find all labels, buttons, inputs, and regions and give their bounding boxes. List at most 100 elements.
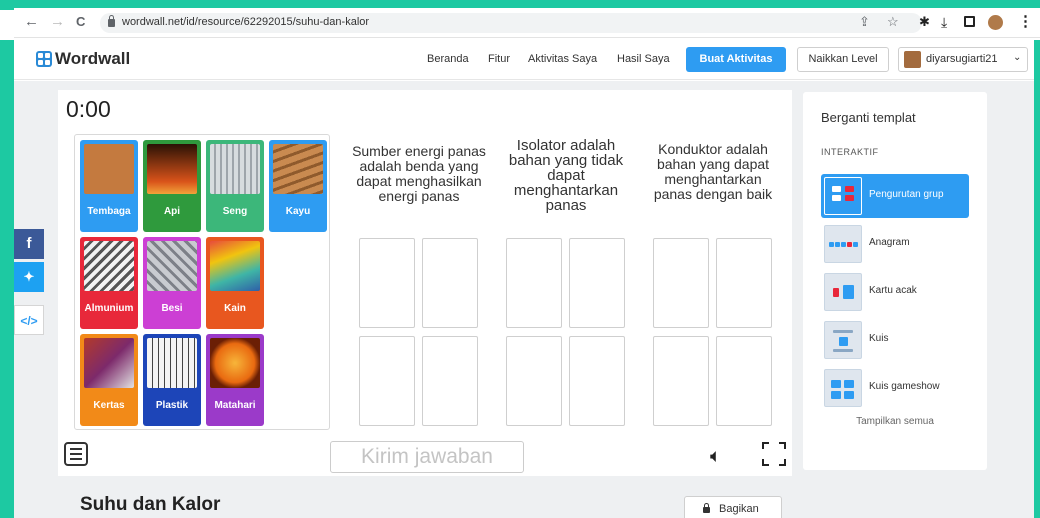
share-label: Bagikan (719, 503, 759, 515)
tile-seng[interactable]: Seng (206, 140, 264, 232)
aluminium-image (84, 241, 134, 291)
drop-slot[interactable] (569, 238, 625, 328)
template-label: Kartu acak (869, 285, 917, 296)
tile-api[interactable]: Api (143, 140, 201, 232)
create-activity-button[interactable]: Buat Aktivitas (686, 47, 786, 72)
activity-title: Suhu dan Kalor (80, 494, 221, 515)
teal-frame-right (1034, 40, 1040, 518)
timer: 0:00 (66, 96, 111, 122)
tile-label: Plastik (155, 400, 189, 411)
sun-image (210, 338, 260, 388)
group-heading-isolator: Isolator adalah bahan yang tidak dapat m… (508, 137, 624, 214)
nav-link-beranda[interactable]: Beranda (427, 53, 469, 65)
tile-tembaga[interactable]: Tembaga (80, 140, 138, 232)
twitter-icon[interactable]: ✦ (14, 262, 44, 292)
tile-label: Besi (161, 303, 183, 314)
download-icon[interactable]: ⤓ (941, 13, 947, 31)
plastic-image (147, 338, 197, 388)
tile-plastik[interactable]: Plastik (143, 334, 201, 426)
drop-slot[interactable] (422, 336, 478, 426)
template-anagram[interactable]: Anagram (821, 222, 969, 266)
app-navbar: Wordwall Beranda Fitur Aktivitas Saya Ha… (14, 40, 1034, 80)
browser-menu-icon[interactable]: ⋮ (1018, 13, 1033, 31)
fire-image (147, 144, 197, 194)
template-label: Pengurutan grup (869, 189, 944, 200)
lock-icon (703, 503, 710, 513)
template-quiz[interactable]: Kuis (821, 318, 969, 362)
nav-link-fitur[interactable]: Fitur (488, 53, 510, 65)
template-label: Anagram (869, 237, 910, 248)
anagram-icon (824, 225, 862, 263)
random-cards-icon (824, 273, 862, 311)
share-page-icon[interactable]: ⇪ (859, 13, 870, 31)
tile-almunium[interactable]: Almunium (80, 237, 138, 329)
tile-label: Tembaga (87, 206, 131, 217)
user-menu[interactable]: diyarsugiarti21 ⌄ (898, 47, 1028, 72)
tile-besi[interactable]: Besi (143, 237, 201, 329)
lock-icon (108, 15, 115, 27)
chevron-down-icon: ⌄ (1013, 52, 1022, 63)
group-sort-icon (824, 177, 862, 215)
teal-frame-left (0, 40, 14, 518)
sidepanel-icon[interactable] (964, 16, 975, 27)
tile-label: Seng (222, 206, 248, 217)
tile-kain[interactable]: Kain (206, 237, 264, 329)
copper-image (84, 144, 134, 194)
share-button[interactable]: Bagikan (684, 496, 782, 518)
extensions-icon[interactable]: ✱ (919, 13, 930, 31)
template-random-cards[interactable]: Kartu acak (821, 270, 969, 314)
drop-slot[interactable] (422, 238, 478, 328)
template-group-sort[interactable]: Pengurutan grup (821, 174, 969, 218)
drop-slot[interactable] (653, 238, 709, 328)
quiz-icon (824, 321, 862, 359)
address-bar[interactable]: wordwall.net/id/resource/62292015/suhu-d… (100, 13, 922, 33)
upgrade-button[interactable]: Naikkan Level (797, 47, 889, 72)
zinc-image (210, 144, 260, 194)
template-section-label: INTERAKTIF (821, 147, 879, 157)
profile-icon[interactable] (988, 15, 1003, 30)
drop-slot[interactable] (569, 336, 625, 426)
drop-slot[interactable] (359, 336, 415, 426)
template-label: Kuis (869, 333, 889, 344)
show-all-link[interactable]: Tampilkan semua (803, 416, 987, 427)
submit-answer-button[interactable]: Kirim jawaban (330, 441, 524, 473)
star-icon[interactable]: ☆ (887, 13, 899, 31)
username: diyarsugiarti21 (926, 53, 998, 65)
wood-image (273, 144, 323, 194)
drop-slot[interactable] (716, 238, 772, 328)
forward-icon[interactable]: → (50, 13, 65, 31)
tile-label: Kayu (285, 206, 311, 217)
template-panel-title: Berganti templat (821, 110, 916, 125)
logo-text[interactable]: Wordwall (55, 49, 130, 69)
back-icon[interactable]: ← (24, 13, 39, 31)
template-quiz-gameshow[interactable]: Kuis gameshow (821, 366, 969, 410)
drop-slot[interactable] (716, 336, 772, 426)
fabric-image (210, 241, 260, 291)
facebook-icon[interactable]: f (14, 229, 44, 259)
nav-link-aktivitas-saya[interactable]: Aktivitas Saya (528, 53, 597, 65)
drop-slot[interactable] (359, 238, 415, 328)
quiz-gameshow-icon (824, 369, 862, 407)
tile-kertas[interactable]: Kertas (80, 334, 138, 426)
tile-matahari[interactable]: Matahari (206, 334, 264, 426)
embed-icon[interactable]: </> (14, 305, 44, 335)
reload-icon[interactable]: C (76, 13, 85, 31)
group-heading-sumber-energi: Sumber energi panas adalah benda yang da… (352, 143, 486, 204)
drop-slot[interactable] (506, 336, 562, 426)
drop-slot[interactable] (653, 336, 709, 426)
drop-slot[interactable] (506, 238, 562, 328)
menu-icon[interactable] (64, 442, 88, 466)
avatar (904, 51, 921, 68)
fullscreen-icon[interactable] (762, 442, 786, 466)
tile-kayu[interactable]: Kayu (269, 140, 327, 232)
game-panel: 0:00 Tembaga Api Seng Kayu Almunium Besi (58, 90, 792, 476)
tile-label: Kain (224, 303, 246, 314)
tile-bank: Tembaga Api Seng Kayu Almunium Besi Kain (74, 134, 330, 430)
nav-link-hasil-saya[interactable]: Hasil Saya (617, 53, 670, 65)
browser-toolbar: ← → C wordwall.net/id/resource/62292015/… (14, 8, 1040, 38)
url-text: wordwall.net/id/resource/62292015/suhu-d… (122, 16, 370, 28)
speaker-icon[interactable]: 🔈︎ (710, 446, 721, 468)
iron-image (147, 241, 197, 291)
tile-label: Matahari (214, 400, 256, 411)
tile-label: Almunium (84, 303, 134, 314)
